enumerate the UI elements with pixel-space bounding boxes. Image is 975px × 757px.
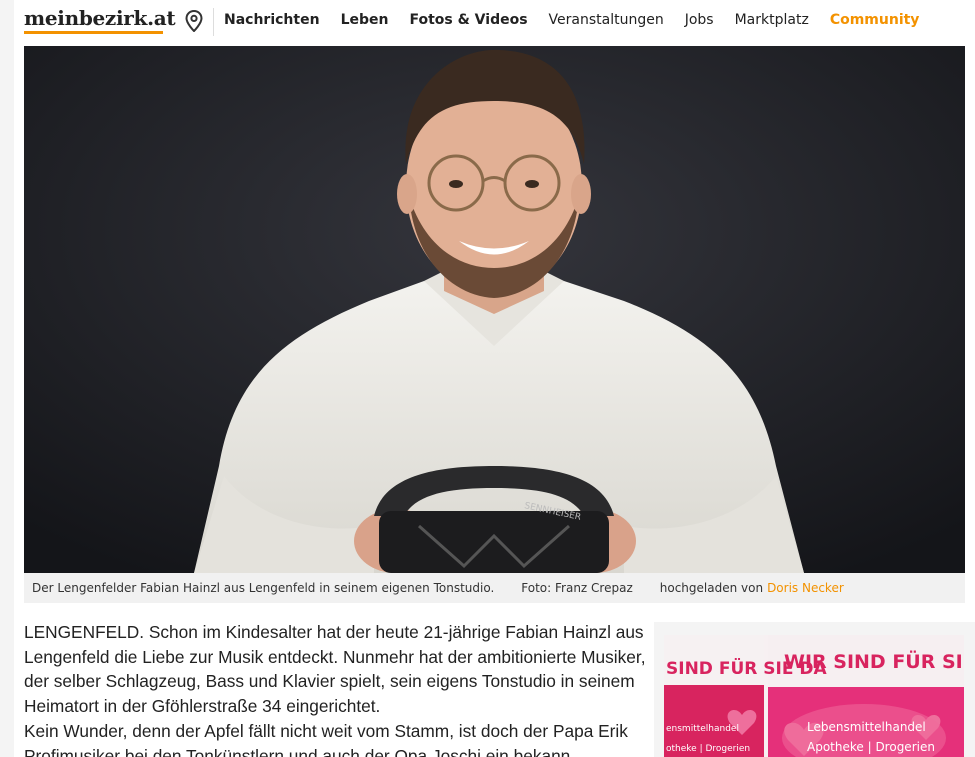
caption-author-link[interactable]: Doris Necker (767, 581, 844, 595)
location-pin-icon[interactable] (185, 10, 203, 32)
portrait-illustration: SENNHEISER (24, 46, 965, 573)
nav-veranstaltungen[interactable]: Veranstaltungen (549, 12, 664, 28)
article-paragraph: LENGENFELD. Schon im Kindesalter hat der… (24, 622, 646, 717)
main-nav: Nachrichten Leben Fotos & Videos Veranst… (224, 12, 940, 28)
nav-leben[interactable]: Leben (341, 12, 389, 28)
ad-left-text-1: ensmittelhandel (666, 724, 739, 734)
nav-marktplatz[interactable]: Marktplatz (735, 12, 809, 28)
advertisement[interactable]: SIND FÜR SIE DA WIR SIND FÜR SIE D ensmi… (664, 635, 964, 757)
ad-container: SIND FÜR SIE DA WIR SIND FÜR SIE D ensmi… (654, 622, 975, 757)
article-photo[interactable]: SENNHEISER (24, 46, 965, 573)
site-header: meinbezirk.at Nachrichten Leben Fotos & … (14, 0, 975, 44)
article-paragraph: Kein Wunder, denn der Apfel fällt nicht … (24, 720, 628, 757)
caption-credit: Foto: Franz Crepaz (521, 581, 633, 595)
ad-banner: SIND FÜR SIE DA WIR SIND FÜR SIE D ensmi… (664, 635, 964, 757)
site-logo[interactable]: meinbezirk.at (24, 6, 176, 32)
caption-text: Der Lengenfelder Fabian Hainzl aus Lenge… (32, 581, 495, 595)
photo-caption: Der Lengenfelder Fabian Hainzl aus Lenge… (24, 573, 965, 603)
article-body: LENGENFELD. Schon im Kindesalter hat der… (24, 620, 652, 757)
ad-main-text-2: Apotheke | Drogerien (807, 740, 935, 754)
header-divider (213, 8, 214, 36)
nav-nachrichten[interactable]: Nachrichten (224, 12, 320, 28)
ad-main-headline: WIR SIND FÜR SIE D (784, 649, 964, 673)
ad-left-text-2: otheke | Drogerien (666, 744, 750, 754)
caption-uploaded-prefix: hochgeladen von (659, 581, 764, 595)
nav-jobs[interactable]: Jobs (685, 12, 714, 28)
nav-fotos-videos[interactable]: Fotos & Videos (409, 12, 527, 28)
nav-community[interactable]: Community (830, 12, 920, 28)
logo-underline (24, 31, 163, 34)
ad-main-text-1: Lebensmittelhandel (807, 720, 926, 734)
page: meinbezirk.at Nachrichten Leben Fotos & … (14, 0, 975, 757)
